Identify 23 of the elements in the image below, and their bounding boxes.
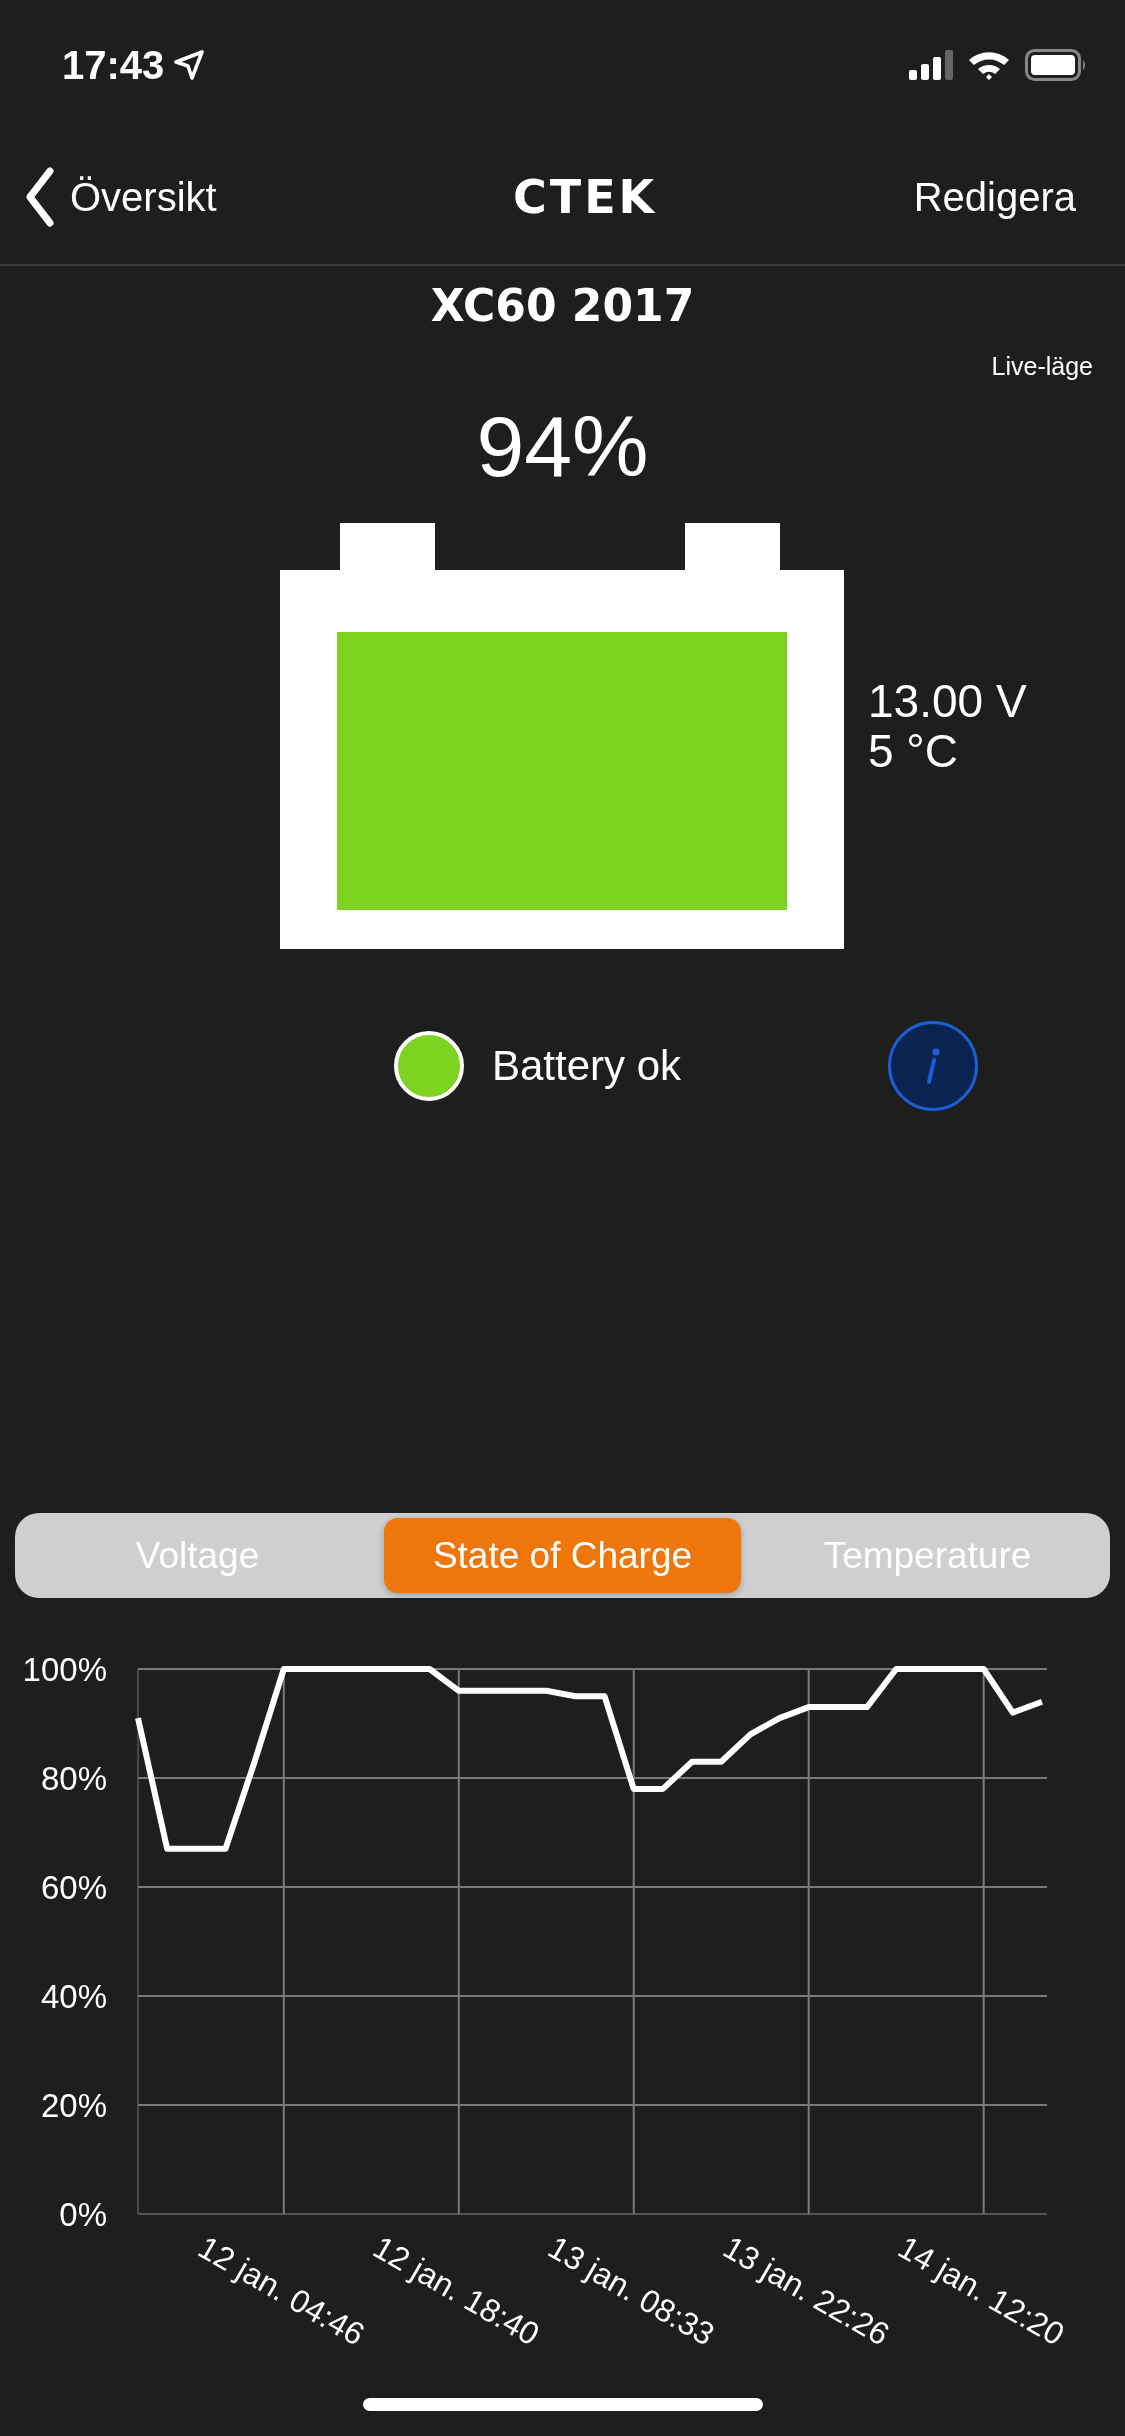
edit-button[interactable]: Redigera	[913, 174, 1076, 220]
mode-label: Live-läge	[991, 351, 1093, 381]
y-axis-label: 100%	[22, 1651, 107, 1688]
chart-tab[interactable]: State of Charge	[384, 1518, 741, 1593]
y-axis-label: 20%	[40, 2087, 107, 2124]
y-axis-label: 40%	[40, 1978, 107, 2015]
wifi-icon	[967, 49, 1011, 81]
location-arrow-icon	[174, 50, 205, 80]
battery-icon	[1025, 49, 1087, 81]
status-time: 17:43	[62, 42, 165, 88]
info-icon	[926, 1048, 941, 1084]
voltage-reading: 13.00 V	[868, 676, 1027, 726]
logo: CTEK	[513, 170, 658, 224]
signal-icon	[909, 50, 953, 80]
y-axis-label: 80%	[40, 1760, 107, 1797]
y-axis-label: 60%	[40, 1869, 107, 1906]
status-label: Battery ok	[492, 1042, 682, 1090]
vehicle-title: XC60 2017	[429, 279, 696, 333]
y-axis-label: 0%	[59, 2196, 107, 2233]
charge-percent: 94%	[475, 397, 650, 496]
chevron-icon	[26, 167, 54, 227]
temperature-reading: 5 °C	[868, 726, 958, 776]
back-button[interactable]: Översikt	[26, 167, 217, 227]
